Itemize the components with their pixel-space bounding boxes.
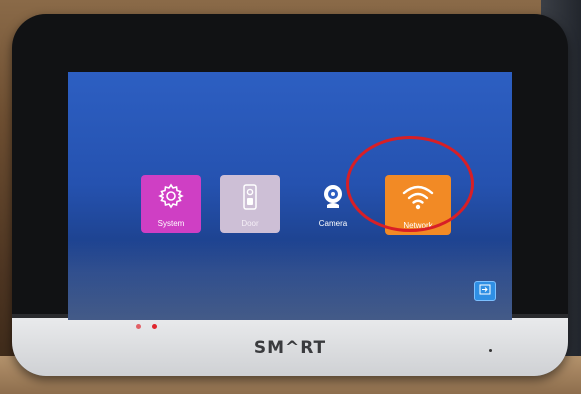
camera-tile-label: Camera	[318, 219, 348, 228]
microphone-hole	[489, 349, 492, 352]
device-chin: SM^RT	[12, 318, 568, 376]
exit-button[interactable]	[474, 281, 496, 301]
system-tile[interactable]: System	[141, 175, 201, 233]
brand-logo: SM^RT	[253, 338, 327, 358]
status-led	[152, 324, 157, 329]
screen-glare	[68, 240, 512, 320]
network-highlight-annotation	[346, 136, 474, 232]
system-tile-label: System	[157, 219, 185, 228]
exit-icon	[479, 282, 491, 300]
doorbell-icon	[239, 175, 261, 216]
gear-icon	[158, 175, 184, 214]
status-led	[136, 324, 141, 329]
door-tile[interactable]: Door	[220, 175, 280, 233]
webcam-icon	[319, 175, 347, 216]
intercom-device: SM^RT System Door Camera Network	[12, 14, 568, 376]
door-tile-label: Door	[241, 219, 259, 228]
